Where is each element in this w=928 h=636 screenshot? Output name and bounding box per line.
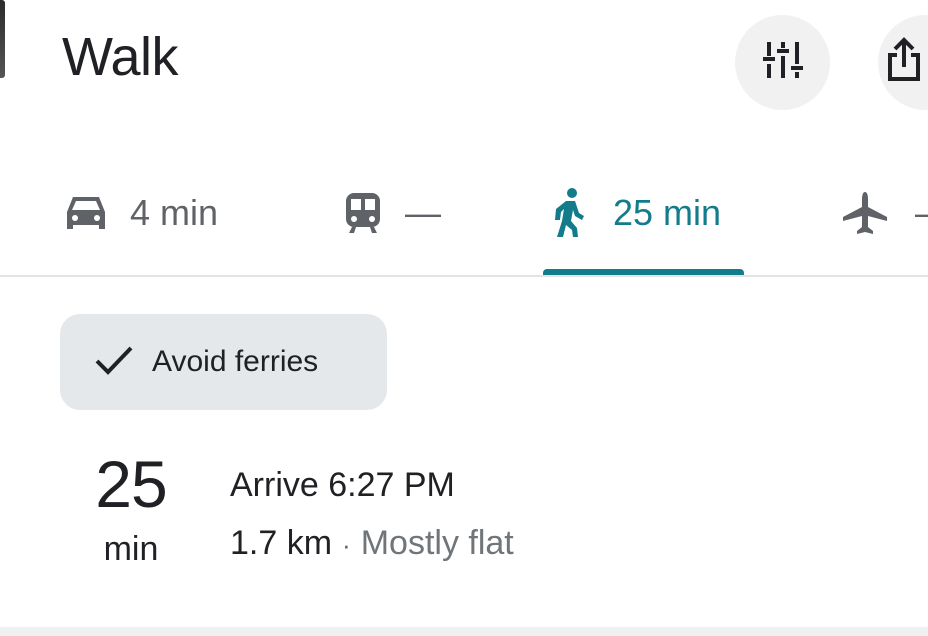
tab-transit[interactable]: —: [343, 150, 441, 276]
route-terrain: Mostly flat: [360, 524, 514, 562]
route-duration-value: 25: [95, 447, 167, 521]
map-edge: [0, 0, 5, 78]
car-icon: [64, 193, 108, 233]
share-icon: [884, 37, 924, 88]
tab-flight-label: —: [915, 192, 928, 234]
page-title: Walk: [62, 27, 179, 87]
tabs-divider: [0, 275, 928, 277]
walking-person-icon: [553, 188, 585, 238]
travel-mode-tabs: 4 min — 25 min: [0, 150, 928, 276]
arrival-time: Arrive 6:27 PM: [230, 466, 455, 504]
route-duration-unit: min: [103, 530, 159, 568]
tab-walk-label: 25 min: [613, 192, 722, 233]
tune-sliders-icon: [762, 39, 804, 86]
share-button[interactable]: [878, 15, 928, 110]
check-icon: [94, 344, 134, 381]
route-details: 1.7 km · Mostly flat: [230, 524, 514, 563]
route-options-button[interactable]: [735, 15, 830, 110]
tab-transit-label: —: [405, 192, 441, 233]
train-icon: [343, 191, 383, 235]
section-divider: [0, 627, 928, 636]
avoid-ferries-label: Avoid ferries: [152, 345, 319, 378]
route-distance: 1.7 km: [230, 524, 333, 562]
detail-separator: ·: [342, 530, 351, 560]
tab-flight[interactable]: —: [841, 150, 928, 276]
tab-drive[interactable]: 4 min: [64, 150, 218, 276]
airplane-icon: [841, 190, 889, 236]
tab-drive-label: 4 min: [130, 192, 219, 233]
avoid-ferries-chip[interactable]: Avoid ferries: [60, 314, 387, 410]
tab-walk[interactable]: 25 min: [553, 150, 721, 276]
